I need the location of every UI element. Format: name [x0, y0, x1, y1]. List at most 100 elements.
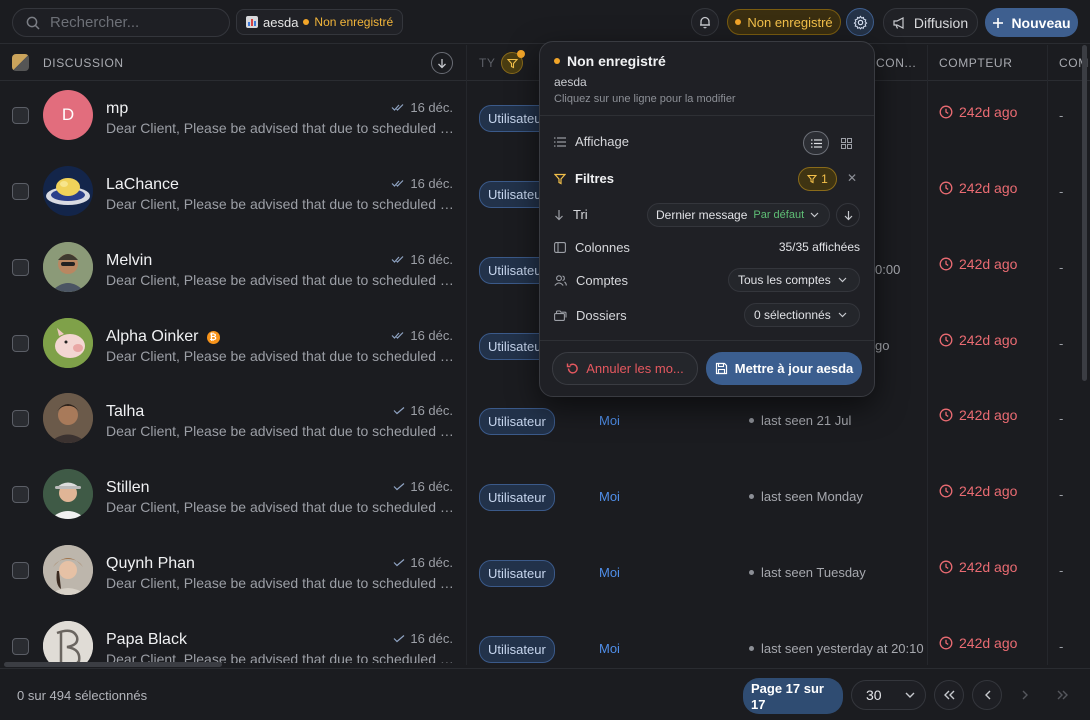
discard-changes-button[interactable]: Annuler les mo... — [552, 352, 698, 385]
first-page-button[interactable] — [934, 680, 964, 710]
double-chevron-left-icon — [943, 690, 955, 700]
chevron-right-icon — [1022, 690, 1029, 700]
contact-name: Stillen — [106, 479, 150, 496]
contact-name: mp — [106, 100, 129, 117]
column-filter-button[interactable] — [501, 50, 525, 74]
last-seen-text: last seen 21 Jul — [761, 413, 852, 428]
new-button[interactable]: Nouveau — [985, 8, 1078, 37]
last-seen-text: last seen Tuesday — [761, 565, 866, 580]
row-checkbox[interactable] — [12, 259, 29, 276]
grid-view-button[interactable] — [833, 131, 859, 155]
grid-icon — [840, 137, 852, 149]
contact-name-text: Alpha Oinker — [106, 328, 199, 345]
vertical-scrollbar[interactable] — [1082, 45, 1087, 381]
column-discussion[interactable]: DISCUSSION — [43, 56, 124, 70]
table-row[interactable]: Papa Black 16 déc. Dear Client, Please b… — [0, 613, 1080, 663]
view-status: Non enregistré — [314, 15, 394, 29]
columns-label: Colonnes — [575, 240, 630, 255]
column-type[interactable]: TY — [479, 56, 496, 70]
presence-dot — [749, 646, 754, 651]
row-checkbox[interactable] — [12, 183, 29, 200]
double-check-icon — [391, 103, 405, 112]
row-checkbox[interactable] — [12, 638, 29, 655]
assigned-to-link[interactable]: Moi — [599, 641, 620, 656]
chevron-down-icon — [838, 277, 847, 283]
rows-per-page-select[interactable]: 30 — [851, 680, 926, 710]
folders-select[interactable]: 0 sélectionnés — [744, 303, 860, 327]
view-settings-button[interactable] — [846, 8, 874, 36]
columns-option[interactable]: Colonnes — [554, 240, 630, 255]
unsaved-status-button[interactable]: Non enregistré — [727, 9, 841, 35]
sort-option: Tri — [554, 207, 588, 222]
gear-icon — [853, 15, 868, 30]
counter-value: 242d ago — [939, 332, 1017, 348]
display-option[interactable]: Affichage — [554, 134, 629, 149]
accounts-value: Tous les comptes — [738, 273, 831, 287]
message-preview: Dear Client, Please be advised that due … — [106, 423, 456, 439]
view-selector[interactable]: aesda Non enregistré — [236, 9, 404, 35]
arrow-down-icon — [844, 210, 853, 221]
last-seen-text: last seen Monday — [761, 489, 863, 504]
last-seen: go — [875, 338, 890, 353]
message-preview: Dear Client, Please be advised that due … — [106, 575, 456, 591]
row-checkbox[interactable] — [12, 335, 29, 352]
last-page-button[interactable] — [1048, 680, 1078, 710]
view-name: aesda — [263, 14, 299, 30]
assigned-to-link[interactable]: Moi — [599, 489, 620, 504]
clock-icon — [939, 636, 953, 650]
clear-filters-icon[interactable]: ✕ — [847, 171, 857, 185]
horizontal-scrollbar[interactable] — [4, 662, 222, 667]
display-mode-toggle — [803, 131, 860, 155]
search-box[interactable] — [12, 8, 230, 37]
sort-direction-button[interactable] — [431, 52, 453, 74]
accounts-select[interactable]: Tous les comptes — [728, 268, 860, 292]
diffusion-button[interactable]: Diffusion — [883, 8, 978, 37]
message-date: 16 déc. — [393, 403, 453, 418]
filters-count-chip[interactable]: 1 — [798, 167, 837, 191]
extra-value: - — [1059, 260, 1064, 275]
display-label: Affichage — [575, 134, 629, 149]
column-compteur[interactable]: COMPTEUR — [939, 56, 1012, 70]
contact-name: LaChance — [106, 176, 179, 193]
avatar-initial: D — [61, 105, 75, 124]
search-input[interactable] — [50, 14, 220, 31]
avatar — [43, 621, 93, 663]
message-preview: Dear Client, Please be advised that due … — [106, 272, 456, 288]
type-badge: Utilisateur — [479, 408, 555, 435]
list-view-button[interactable] — [803, 131, 829, 155]
search-icon — [26, 16, 40, 30]
view-settings-popover: Non enregistré aesda Cliquez sur une lig… — [539, 41, 875, 397]
filter-icon — [807, 174, 818, 184]
row-checkbox[interactable] — [12, 107, 29, 124]
clock-icon — [939, 257, 953, 271]
row-checkbox[interactable] — [12, 562, 29, 579]
notifications-button[interactable] — [691, 8, 719, 36]
row-checkbox[interactable] — [12, 486, 29, 503]
next-page-button[interactable] — [1010, 680, 1040, 710]
filters-option[interactable]: Filtres — [554, 171, 614, 186]
extra-value: - — [1059, 639, 1064, 654]
contact-name: Alpha Oinker ₿ — [106, 328, 220, 346]
table-row[interactable]: Talha 16 déc. Dear Client, Please be adv… — [0, 385, 1080, 460]
arrow-down-icon — [437, 58, 447, 69]
sort-field-select[interactable]: Dernier message Par défaut — [647, 203, 830, 227]
select-all-checkbox[interactable] — [12, 54, 29, 71]
table-row[interactable]: Quynh Phan 16 déc. Dear Client, Please b… — [0, 537, 1080, 612]
sort-order-button[interactable] — [836, 203, 860, 227]
save-view-button[interactable]: Mettre à jour aesda — [706, 352, 862, 385]
counter-text: 242d ago — [959, 483, 1018, 499]
column-connexion[interactable]: CON... — [876, 56, 916, 70]
folders-label: Dossiers — [576, 308, 627, 323]
message-preview: Dear Client, Please be advised that due … — [106, 196, 456, 212]
popover-view-name[interactable]: aesda — [554, 75, 587, 89]
assigned-to-link[interactable]: Moi — [599, 565, 620, 580]
assigned-to-link[interactable]: Moi — [599, 413, 620, 428]
presence-dot — [749, 494, 754, 499]
row-checkbox[interactable] — [12, 410, 29, 427]
message-preview: Dear Client, Please be advised that due … — [106, 499, 456, 515]
table-row[interactable]: Stillen 16 déc. Dear Client, Please be a… — [0, 461, 1080, 536]
type-badge: Utilisateur — [479, 560, 555, 587]
counter-value: 242d ago — [939, 483, 1017, 499]
message-preview: Dear Client, Please be advised that due … — [106, 120, 456, 136]
previous-page-button[interactable] — [972, 680, 1002, 710]
